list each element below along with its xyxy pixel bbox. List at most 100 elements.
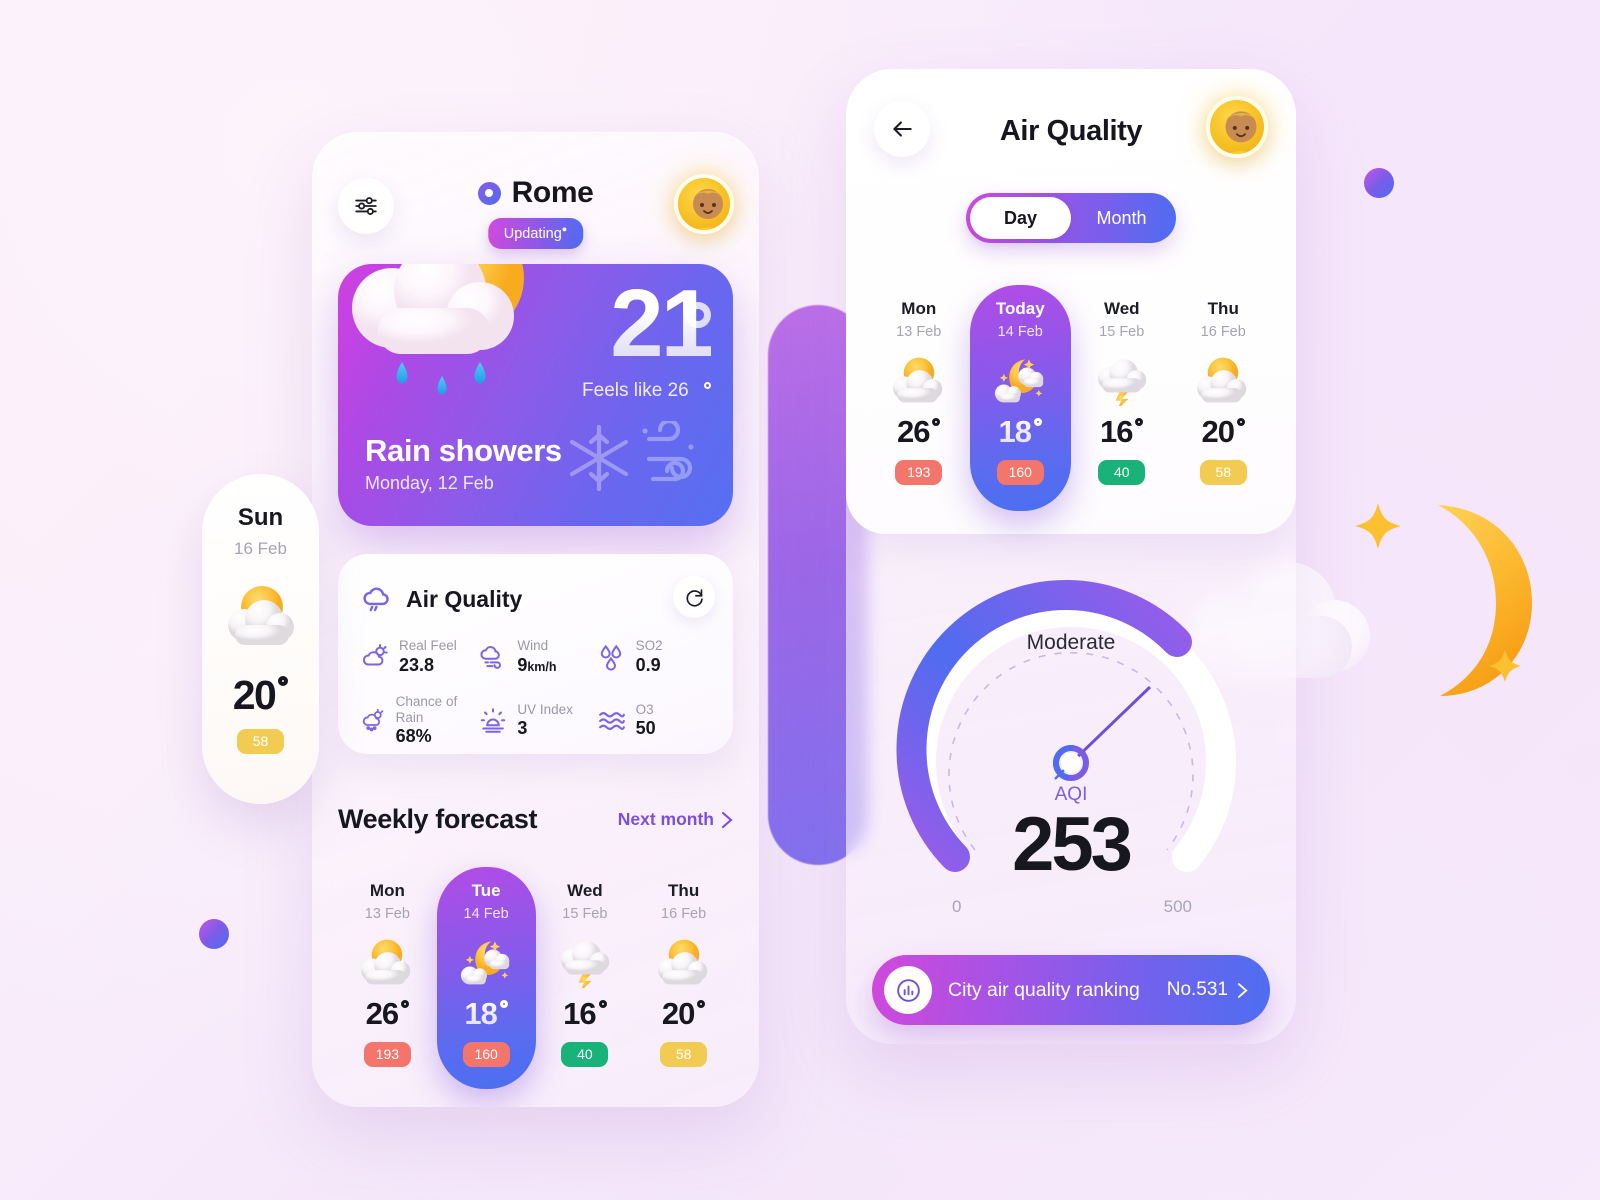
city-ranking-value-group: No.531: [1167, 979, 1248, 1001]
metric-so2: SO2 0.9: [597, 638, 715, 676]
hero-weather-card[interactable]: 21 Feels like 26 Rain showers Monday, 12…: [338, 264, 733, 526]
forecast-day-temp: 26: [897, 414, 941, 450]
city-name: Rome: [511, 176, 594, 209]
forecast-day-temp: 16: [1100, 414, 1144, 450]
sun-cloud-icon: [1191, 354, 1255, 406]
city-ranking-button[interactable]: City air quality ranking No.531: [872, 955, 1270, 1025]
forecast-day-date: 16 Feb: [661, 906, 707, 922]
refresh-icon: [685, 588, 703, 607]
forecast-day-temp: 20: [662, 996, 706, 1032]
floating-day-aqi-badge: 58: [237, 729, 284, 754]
snowflake-icon: [569, 424, 629, 492]
metric-uv-index: UV Index 3: [478, 694, 596, 748]
forecast-day-name: Wed: [1103, 299, 1140, 318]
thunder-cloud-icon: [1090, 354, 1154, 406]
right-top-card: Air Quality Day Month Mon 13 Feb 26 193 …: [846, 69, 1296, 534]
forecast-day-active[interactable]: Tue 14 Feb 18 160: [436, 867, 536, 1089]
forecast-day[interactable]: Wed 15 Feb 16 40: [1071, 285, 1173, 511]
moon-cloud-stars-icon: [454, 936, 518, 988]
waves-icon: [598, 711, 625, 730]
avatar-face-icon: [1225, 111, 1257, 154]
forecast-day-aqi-badge: 58: [1199, 460, 1247, 485]
floating-day-date: 16 Feb: [234, 539, 287, 558]
decor-orb-top-right: [1364, 168, 1394, 198]
crescent-moon-icon: [1355, 503, 1532, 696]
metric-label: UV Index: [517, 701, 573, 717]
city-ranking-label: City air quality ranking: [948, 978, 1140, 1001]
tab-month[interactable]: Month: [1071, 197, 1172, 239]
forecast-day-date: 15 Feb: [562, 906, 608, 922]
forecast-day[interactable]: Thu 16 Feb 20 58: [1173, 285, 1275, 511]
next-month-link[interactable]: Next month: [618, 809, 733, 830]
forecast-day-date: 14 Feb: [463, 906, 509, 922]
bar-chart-icon: [884, 966, 932, 1014]
metric-value: 0.9: [635, 654, 661, 675]
forecast-day[interactable]: Mon 13 Feb 26 193: [868, 285, 970, 511]
forecast-day-temp: 18: [999, 414, 1042, 450]
period-segmented-control[interactable]: Day Month: [966, 193, 1176, 243]
moon-cloud-stars-icon: [988, 354, 1052, 406]
forecast-day-date: 15 Feb: [1099, 324, 1145, 340]
degree-symbol-small: [704, 381, 711, 389]
floating-day-card[interactable]: Sun 16 Feb 20 58: [202, 474, 319, 804]
metric-label: O3: [635, 701, 654, 717]
phone-left: Rome Updating● 21 Feels like 26 Rain sho…: [312, 132, 759, 1107]
forecast-day-aqi-badge: 58: [660, 1042, 708, 1067]
star-icon: [1355, 503, 1521, 682]
aqi-value: 253: [1012, 802, 1133, 887]
forecast-day-temp: 20: [1202, 414, 1245, 450]
rain-sun-icon: [362, 708, 384, 732]
forecast-day[interactable]: Wed 15 Feb 16 40: [536, 867, 635, 1089]
forecast-day-name: Today: [995, 299, 1045, 318]
status-badge-label: Updating: [503, 225, 562, 242]
forecast-day-active[interactable]: Today 14 Feb 18 160: [969, 285, 1071, 511]
avatar-face-icon: [693, 189, 723, 230]
chevron-right-icon: [1237, 982, 1248, 998]
metric-label: Chance of Rain: [395, 694, 458, 725]
floating-day-temp: 20: [233, 672, 289, 719]
left-top-bar: Rome Updating●: [312, 154, 759, 249]
avatar[interactable]: [674, 174, 734, 234]
forecast-day-name: Thu: [668, 881, 700, 900]
air-quality-header: Air Quality: [338, 554, 733, 616]
uv-sun-icon: [481, 708, 506, 733]
metric-label: Wind: [517, 638, 549, 653]
avatar[interactable]: [1206, 96, 1268, 158]
forecast-day-date: 13 Feb: [896, 324, 942, 340]
hero-condition-block: Rain showers Monday, 12 Feb: [365, 433, 562, 494]
forecast-day-temp: 26: [366, 996, 410, 1032]
forecast-day-name: Mon: [901, 299, 937, 318]
thunder-cloud-icon: [553, 936, 617, 988]
air-quality-card: Air Quality Real Feel 23.8 Wind 9km/h SO…: [338, 554, 733, 754]
sun-cloud-icon: [355, 936, 419, 988]
metric-real-feel: Real Feel 23.8: [360, 638, 478, 676]
sun-cloud-icon: [652, 936, 716, 988]
feels-like-row: Feels like 26: [582, 380, 711, 402]
metric-wind: Wind 9km/h: [478, 638, 596, 676]
hero-decor-glyphs: [563, 418, 703, 500]
status-badge: Updating●: [487, 218, 584, 249]
hero-temperature-block: 21 Feels like 26: [582, 276, 714, 402]
refresh-button[interactable]: [673, 576, 715, 618]
forecast-day[interactable]: Thu 16 Feb 20 58: [634, 867, 733, 1089]
forecast-day-date: 14 Feb: [997, 324, 1043, 340]
hero-condition: Rain showers: [365, 433, 562, 468]
decor-moon-cluster: [1320, 470, 1600, 710]
air-quality-metrics: Real Feel 23.8 Wind 9km/h SO2 0.9 Chance…: [338, 616, 733, 748]
weekly-forecast-header: Weekly forecast Next month: [338, 804, 733, 835]
forecast-day-aqi-badge: 193: [895, 460, 943, 485]
canvas: Rome Updating● 21 Feels like 26 Rain sho…: [0, 0, 1600, 1200]
forecast-day-name: Tue: [471, 881, 501, 900]
sun-behind-cloud-with-rain-icon: [344, 264, 554, 406]
forecast-day[interactable]: Mon 13 Feb 26 193: [338, 867, 437, 1089]
right-top-bar: Air Quality: [846, 69, 1296, 189]
forecast-day-aqi-badge: 160: [996, 460, 1044, 485]
metric-o3: O3 50: [597, 694, 715, 748]
metric-value: 9km/h: [517, 654, 557, 675]
metric-value: 68%: [395, 726, 432, 747]
chevron-right-icon: [721, 811, 733, 828]
phone-right: Air Quality Day Month Mon 13 Feb 26 193 …: [846, 69, 1296, 1044]
weekly-days-row: Mon 13 Feb 26 193 Tue 14 Feb 18 160 Wed …: [338, 867, 733, 1089]
forecast-day-temp: 18: [464, 996, 508, 1032]
tab-day[interactable]: Day: [970, 197, 1071, 239]
